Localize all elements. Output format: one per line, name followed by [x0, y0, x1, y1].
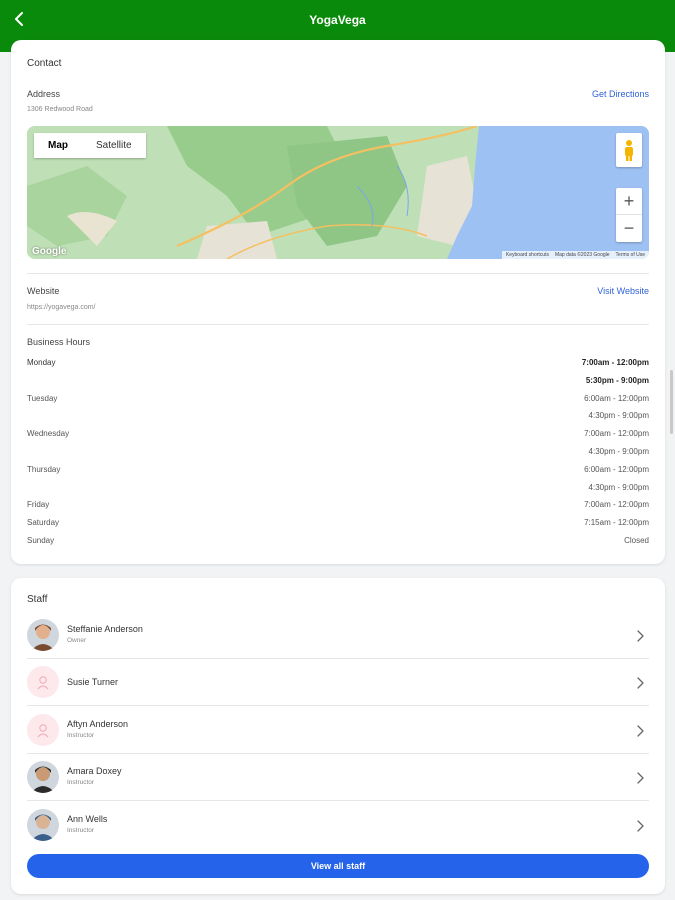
hours-row: Monday 7:00am - 12:00pm	[27, 358, 649, 372]
website-label: Website	[27, 286, 60, 296]
staff-name: Amara Doxey	[67, 766, 122, 777]
avatar-photo	[27, 761, 59, 794]
avatar-photo	[27, 808, 59, 841]
location-map[interactable]: Map Satellite + − Google Keyboard shortc…	[27, 126, 649, 259]
map-view-button[interactable]: Map	[34, 133, 82, 158]
visit-website-link[interactable]: Visit Website	[597, 286, 649, 296]
staff-avatar-placeholder	[27, 666, 59, 699]
hours-time: 7:00am - 12:00pm	[584, 500, 649, 510]
staff-role: Instructor	[67, 779, 95, 787]
hours-row: 4:30pm - 9:00pm	[27, 483, 649, 497]
zoom-in-button[interactable]: +	[616, 188, 642, 215]
hours-time: 4:30pm - 9:00pm	[588, 411, 649, 421]
hours-row: Wednesday 7:00am - 12:00pm	[27, 429, 649, 443]
hours-row: 4:30pm - 9:00pm	[27, 411, 649, 425]
satellite-view-button[interactable]: Satellite	[82, 133, 146, 158]
hours-time: 4:30pm - 9:00pm	[588, 447, 649, 456]
chevron-right-icon	[635, 819, 645, 832]
hours-time: 7:00am - 12:00pm	[581, 358, 649, 367]
staff-list-item[interactable]: Ann Wells Instructor	[27, 802, 649, 849]
chevron-right-icon	[635, 724, 645, 737]
hours-row: Friday 7:00am - 12:00pm	[27, 500, 649, 514]
hours-row: 5:30pm - 9:00pm	[27, 376, 649, 390]
page-title: YogaVega	[309, 13, 366, 27]
staff-role: Instructor	[67, 731, 95, 739]
staff-role: Owner	[67, 637, 87, 644]
staff-avatar	[27, 761, 59, 794]
hours-time: 6:00am - 12:00pm	[584, 464, 649, 474]
hours-day: Sunday	[27, 536, 55, 545]
staff-section-title: Staff	[27, 594, 48, 605]
hours-day: Saturday	[27, 518, 60, 528]
hours-row: Sunday Closed	[27, 536, 649, 550]
staff-name: Aftyn Anderson	[67, 718, 129, 729]
contact-section-title: Contact	[27, 58, 62, 69]
staff-list-item[interactable]: Steffanie Anderson Owner	[27, 612, 649, 659]
hours-day: Tuesday	[27, 393, 58, 403]
hours-row: Thursday 6:00am - 12:00pm	[27, 465, 649, 479]
avatar-photo	[27, 619, 59, 651]
staff-name: Ann Wells	[67, 813, 108, 824]
divider	[27, 324, 649, 325]
map-data-text: Map data ©2023 Google	[554, 252, 610, 258]
staff-list-item[interactable]: Susie Turner	[27, 659, 649, 707]
staff-avatar	[27, 619, 59, 651]
business-hours-label: Business Hours	[27, 337, 91, 347]
staff-card: Staff Steffanie Anderson Owner Susie Turne…	[11, 578, 665, 894]
contact-card: Contact Address 1306 Redwood Road Get Di…	[11, 40, 665, 564]
get-directions-link[interactable]: Get Directions	[592, 89, 649, 99]
hours-time: Closed	[624, 536, 649, 545]
hours-time: 4:30pm - 9:00pm	[588, 482, 649, 492]
staff-avatar-placeholder	[27, 713, 59, 746]
zoom-out-button[interactable]: −	[616, 215, 642, 242]
view-all-staff-button[interactable]: View all staff	[27, 854, 649, 878]
hours-time: 5:30pm - 9:00pm	[585, 375, 649, 385]
staff-name: Susie Turner	[67, 677, 119, 688]
hours-time: 7:00am - 12:00pm	[584, 429, 649, 439]
staff-role: Instructor	[67, 826, 95, 834]
person-placeholder-icon	[37, 676, 49, 690]
chevron-right-icon	[635, 676, 645, 690]
street-view-button[interactable]	[616, 133, 642, 167]
chevron-right-icon	[635, 629, 645, 642]
staff-list-item[interactable]: Aftyn Anderson Instructor	[27, 707, 649, 754]
website-value: https://yogavega.com/	[27, 304, 96, 311]
zoom-controls: + −	[616, 188, 642, 242]
staff-list-item[interactable]: Amara Doxey Instructor	[27, 754, 649, 802]
pegman-icon	[625, 140, 633, 161]
chevron-right-icon	[635, 771, 645, 784]
hours-time: 7:15am - 12:00pm	[584, 518, 649, 528]
map-type-toggle: Map Satellite	[34, 133, 146, 158]
map-attribution: Keyboard shortcuts Map data ©2023 Google…	[501, 251, 649, 259]
hours-row: Saturday 7:15am - 12:00pm	[27, 518, 649, 532]
hours-day: Thursday	[27, 464, 61, 474]
hours-time: 6:00am - 12:00pm	[584, 393, 649, 403]
hours-row: Tuesday 6:00am - 12:00pm	[27, 394, 649, 408]
hours-day: Monday	[27, 358, 56, 367]
hours-row: 4:30pm - 9:00pm	[27, 447, 649, 461]
staff-avatar	[27, 808, 59, 841]
keyboard-shortcuts-link[interactable]: Keyboard shortcuts	[506, 252, 549, 258]
hours-day: Friday	[27, 500, 50, 510]
google-logo: Google	[32, 246, 67, 257]
divider	[27, 273, 649, 274]
terms-of-use-link[interactable]: Terms of Use	[616, 252, 645, 258]
address-label: Address	[27, 89, 61, 99]
hours-day: Wednesday	[27, 429, 70, 439]
staff-name: Steffanie Anderson	[67, 624, 143, 634]
scrollbar[interactable]	[670, 370, 673, 434]
address-value: 1306 Redwood Road	[27, 106, 93, 113]
person-placeholder-icon	[37, 724, 49, 738]
